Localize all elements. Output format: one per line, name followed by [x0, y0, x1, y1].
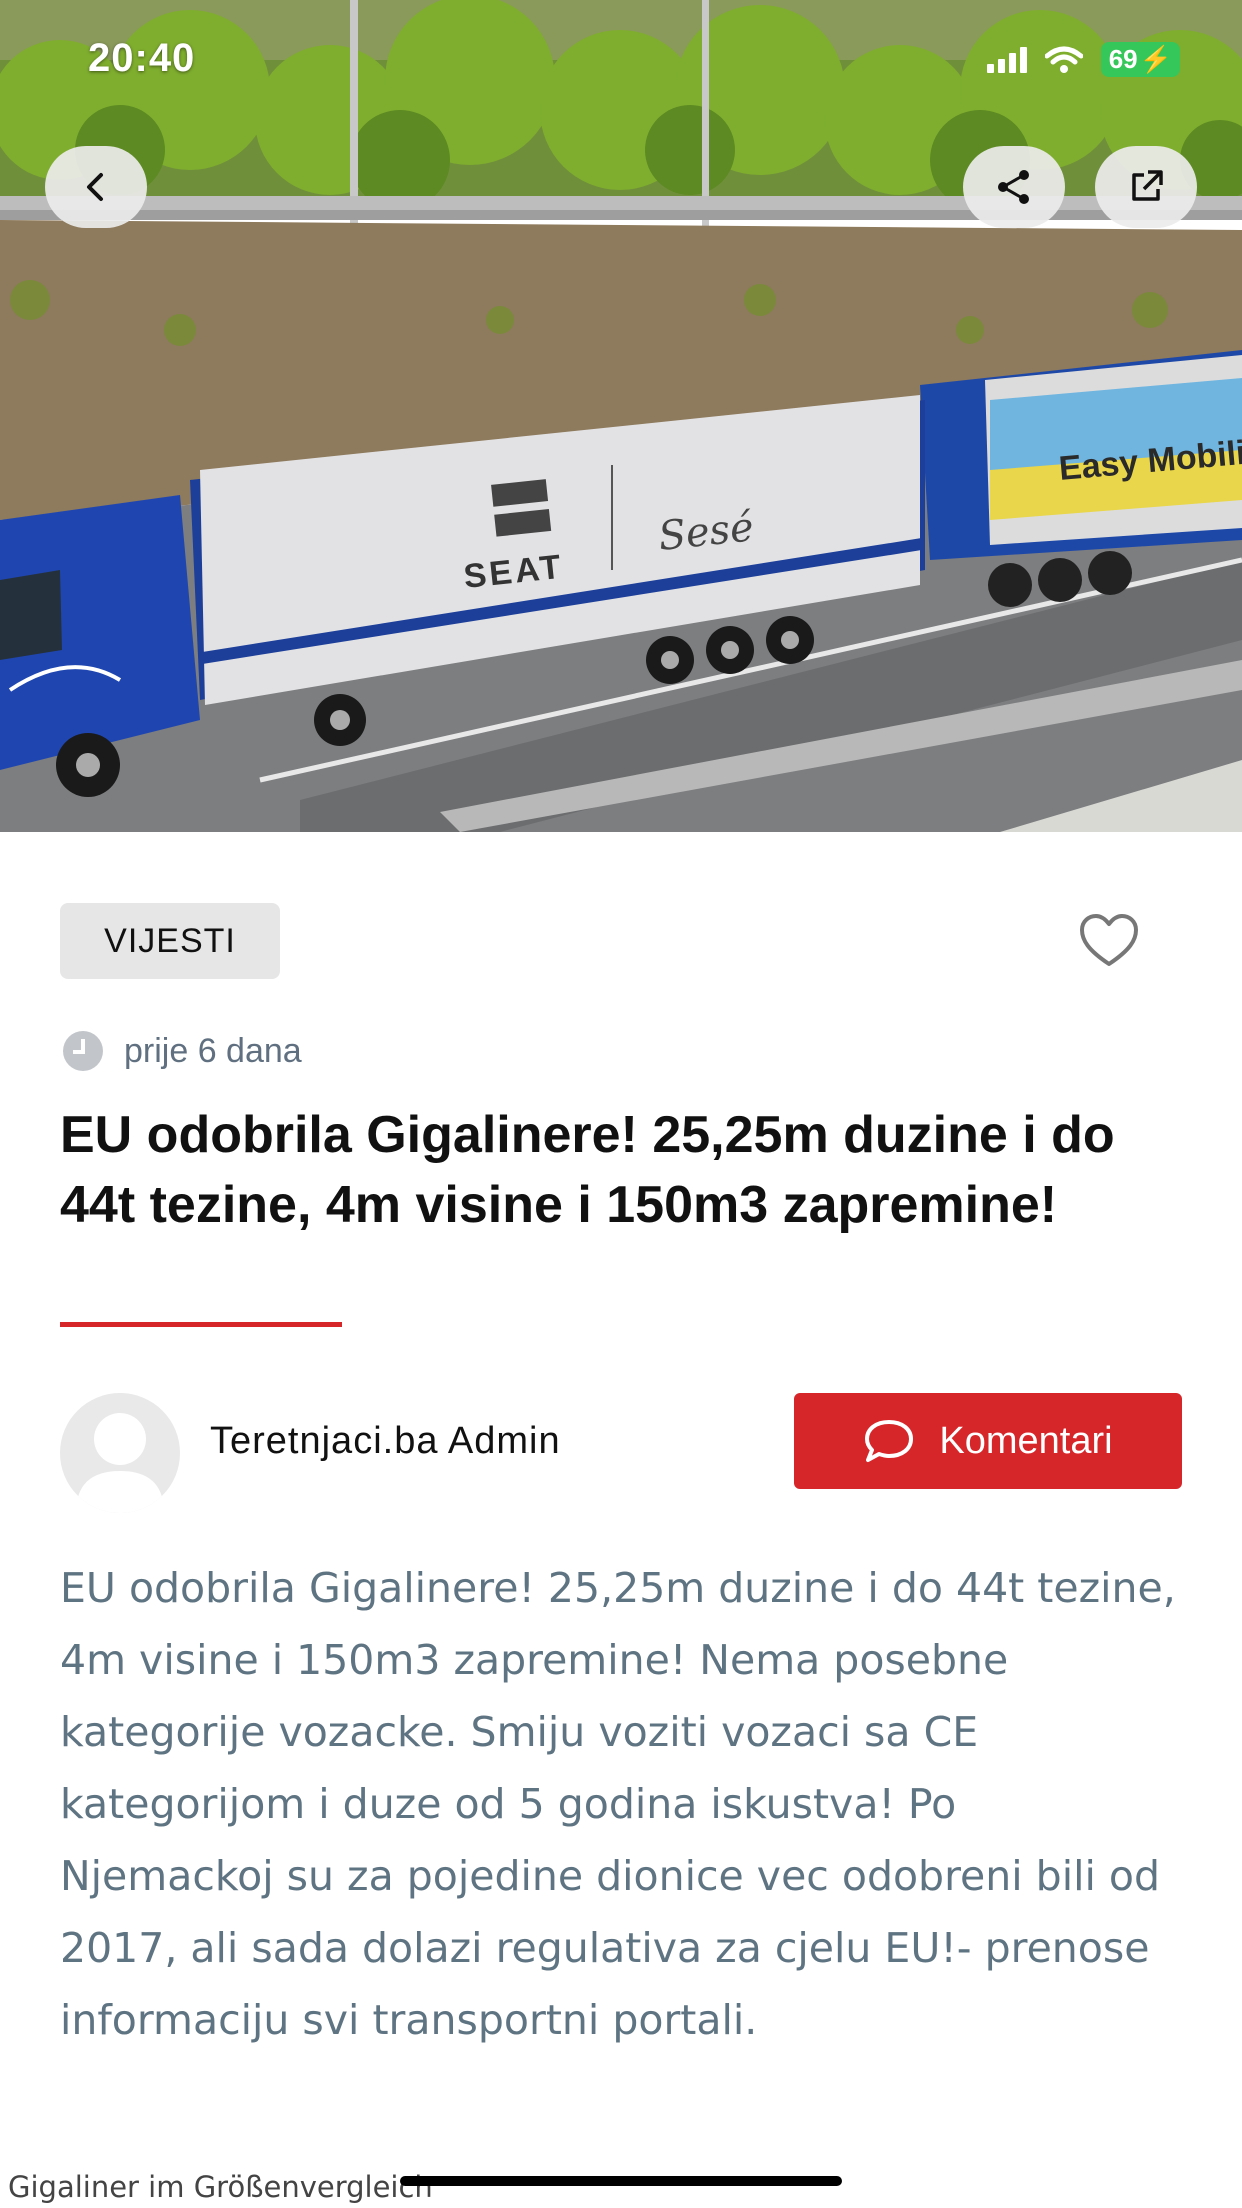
wifi-icon — [1044, 46, 1083, 73]
time-ago: prije 6 dana — [124, 1031, 302, 1070]
cellular-signal-icon — [986, 46, 1027, 73]
avatar[interactable] — [60, 1393, 180, 1513]
author-name[interactable]: Teretnjaci.ba Admin — [210, 1420, 561, 1463]
battery-level: 69 — [1108, 44, 1138, 74]
share-button[interactable] — [963, 146, 1065, 228]
article-title: EU odobrila Gigalinere! 25,25m duzine i … — [60, 1106, 1115, 1234]
user-placeholder-icon — [76, 1413, 164, 1513]
clock-icon — [63, 1031, 103, 1071]
back-icon — [87, 173, 103, 201]
status-icons: 69 ⚡ — [986, 42, 1180, 77]
hero-image: Easy Mobility S SEAT Sesé — [0, 0, 1242, 832]
charging-icon: ⚡ — [1139, 44, 1172, 74]
external-link-icon — [1132, 170, 1163, 201]
comments-label: Komentari — [939, 1419, 1113, 1462]
category-badge[interactable]: VIJESTI — [60, 903, 280, 979]
article-body: EU odobrila Gigalinere! 25,25m duzine i … — [60, 1564, 1176, 2044]
status-bar: 20:40 69 ⚡ — [0, 0, 1242, 120]
favorite-heart-icon[interactable] — [1078, 912, 1140, 970]
share-icon — [998, 170, 1029, 204]
open-external-button[interactable] — [1095, 146, 1197, 228]
comments-button[interactable]: Komentari — [794, 1393, 1182, 1489]
chat-bubble-icon — [865, 1420, 914, 1462]
image-caption: Gigaliner im Größenvergleich — [8, 2170, 433, 2204]
status-time: 20:40 — [88, 36, 196, 80]
home-indicator[interactable] — [400, 2176, 842, 2186]
publish-meta: prije 6 dana — [62, 1030, 302, 1072]
title-underline — [60, 1322, 342, 1327]
back-button[interactable] — [45, 146, 147, 228]
battery-indicator: 69 ⚡ — [1100, 42, 1180, 77]
